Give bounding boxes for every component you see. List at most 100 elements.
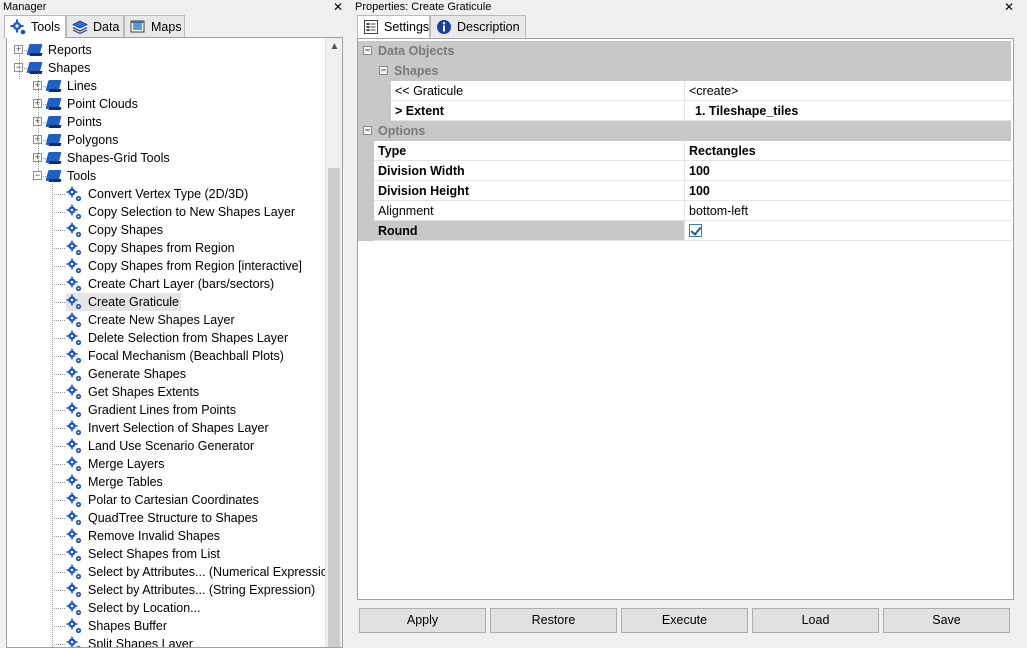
properties-close-icon[interactable]: ✕	[1002, 0, 1016, 15]
property-value-division-width[interactable]: 100	[685, 161, 1011, 181]
property-value-graticule[interactable]: <create>	[685, 81, 1011, 101]
property-name: > Extent	[391, 101, 685, 121]
tree-guide-line	[52, 626, 65, 627]
tab-settings[interactable]: Settings	[357, 15, 430, 38]
tool-item[interactable]: Shapes Buffer	[66, 617, 169, 635]
tree-guide-line	[52, 338, 65, 339]
tool-item[interactable]: Get Shapes Extents	[66, 383, 201, 401]
tool-item[interactable]: Merge Layers	[66, 455, 166, 473]
tool-label: QuadTree Structure to Shapes	[88, 511, 258, 525]
tool-item[interactable]: Split Shapes Layer	[66, 635, 195, 647]
tool-gear-icon	[66, 474, 82, 490]
tree-folder-point-clouds[interactable]: Point Clouds	[46, 95, 138, 113]
tool-item[interactable]: Copy Selection to New Shapes Layer	[66, 203, 297, 221]
tool-item[interactable]: Copy Shapes	[66, 221, 165, 239]
tool-item[interactable]: Gradient Lines from Points	[66, 401, 238, 419]
tool-label: Create Chart Layer (bars/sectors)	[88, 277, 275, 291]
tab-data[interactable]: Data	[66, 15, 124, 37]
tool-item[interactable]: Focal Mechanism (Beachball Plots)	[66, 347, 286, 365]
tool-item[interactable]: Convert Vertex Type (2D/3D)	[66, 185, 250, 203]
scroll-up-icon[interactable]: ▲	[326, 38, 342, 55]
property-row-graticule[interactable]: << Graticule <create>	[358, 81, 1011, 101]
category-options[interactable]: − Options	[358, 121, 1011, 141]
property-value-extent[interactable]: 1. Tileshape_tiles	[685, 101, 1011, 121]
category-shapes[interactable]: − Shapes	[358, 61, 1011, 81]
row-gutter	[358, 201, 374, 221]
tree-folder-shapes[interactable]: Shapes	[27, 59, 90, 77]
tree-guide-line	[52, 374, 65, 375]
tree-folder-points[interactable]: Points	[46, 113, 102, 131]
save-button[interactable]: Save	[883, 608, 1010, 633]
tool-item[interactable]: Delete Selection from Shapes Layer	[66, 329, 290, 347]
tab-maps[interactable]: Maps	[124, 15, 185, 37]
tree-guide-line	[19, 55, 20, 79]
category-data-objects[interactable]: − Data Objects	[358, 41, 1011, 61]
tool-item[interactable]: QuadTree Structure to Shapes	[66, 509, 260, 527]
tree-guide-line	[52, 446, 65, 447]
tree-guide-line	[52, 266, 65, 267]
tree-guide-line	[52, 536, 65, 537]
property-row-extent[interactable]: > Extent 1. Tileshape_tiles	[358, 101, 1011, 121]
tree-guide-line	[52, 572, 65, 573]
tree-folder-tools[interactable]: Tools	[46, 167, 96, 185]
tree-folder-lines[interactable]: Lines	[46, 77, 97, 95]
tool-item[interactable]: Invert Selection of Shapes Layer	[66, 419, 271, 437]
tool-item[interactable]: Polar to Cartesian Coordinates	[66, 491, 261, 509]
tool-item[interactable]: Select by Attributes... (Numerical Expre…	[66, 563, 341, 581]
tool-gear-icon	[66, 564, 82, 580]
restore-button[interactable]: Restore	[490, 608, 617, 633]
collapse-icon[interactable]: −	[363, 126, 372, 135]
manager-close-icon[interactable]: ✕	[331, 0, 345, 15]
tree-guide-line	[52, 482, 65, 483]
tab-description[interactable]: Description	[430, 15, 526, 37]
collapse-icon[interactable]: −	[379, 66, 388, 75]
property-row-alignment[interactable]: Alignment bottom-left	[358, 201, 1011, 221]
tool-item[interactable]: Select by Location...	[66, 599, 203, 617]
tool-item[interactable]: Select Shapes from List	[66, 545, 222, 563]
tool-item[interactable]: Select by Attributes... (String Expressi…	[66, 581, 317, 599]
tree-folder-reports[interactable]: Reports	[27, 41, 92, 59]
property-row-type[interactable]: Type Rectangles	[358, 141, 1011, 161]
property-row-division-height[interactable]: Division Height 100	[358, 181, 1011, 201]
apply-button[interactable]: Apply	[359, 608, 486, 633]
property-value-alignment[interactable]: bottom-left	[685, 201, 1011, 221]
tree-guide-line	[38, 73, 39, 171]
expand-toggle-icon[interactable]: +	[14, 45, 23, 54]
tool-gear-icon	[66, 276, 82, 292]
tool-item[interactable]: Copy Shapes from Region	[66, 239, 237, 257]
property-value-round[interactable]	[685, 221, 1011, 241]
expand-toggle-icon[interactable]: −	[33, 171, 42, 180]
tool-item[interactable]: Generate Shapes	[66, 365, 188, 383]
tree-guide-line	[52, 320, 65, 321]
tool-item[interactable]: Create New Shapes Layer	[66, 311, 237, 329]
tool-item[interactable]: Remove Invalid Shapes	[66, 527, 222, 545]
tab-tools[interactable]: Tools	[4, 15, 66, 38]
tool-item[interactable]: Create Chart Layer (bars/sectors)	[66, 275, 276, 293]
tool-label: Select by Attributes... (Numerical Expre…	[88, 565, 339, 579]
property-row-round[interactable]: Round	[358, 221, 1011, 241]
tool-item[interactable]: Land Use Scenario Generator	[66, 437, 256, 455]
tree-folder-polygons[interactable]: Polygons	[46, 131, 118, 149]
tree-guide-line	[52, 194, 65, 195]
collapse-icon[interactable]: −	[363, 46, 372, 55]
tool-item[interactable]: Create Graticule	[66, 293, 182, 311]
execute-button[interactable]: Execute	[621, 608, 748, 633]
tree-guide-line	[52, 284, 65, 285]
tool-label: Convert Vertex Type (2D/3D)	[88, 187, 249, 201]
tree-folder-shapes-grid-tools[interactable]: Shapes-Grid Tools	[46, 149, 170, 167]
tool-item[interactable]: Merge Tables	[66, 473, 165, 491]
row-gutter	[358, 81, 391, 101]
tool-gear-icon	[66, 456, 82, 472]
property-value-type[interactable]: Rectangles	[685, 141, 1011, 161]
tool-item[interactable]: Copy Shapes from Region [interactive]	[66, 257, 304, 275]
manager-title: Manager	[0, 0, 346, 15]
round-checkbox[interactable]	[689, 224, 702, 237]
property-row-division-width[interactable]: Division Width 100	[358, 161, 1011, 181]
tool-label: Select by Location...	[88, 601, 201, 615]
scroll-thumb[interactable]	[328, 168, 340, 647]
load-button[interactable]: Load	[752, 608, 879, 633]
book-icon	[46, 133, 62, 147]
property-value-division-height[interactable]: 100	[685, 181, 1011, 201]
tree-guide-line	[52, 590, 65, 591]
tree-scrollbar[interactable]: ▲	[325, 38, 342, 647]
